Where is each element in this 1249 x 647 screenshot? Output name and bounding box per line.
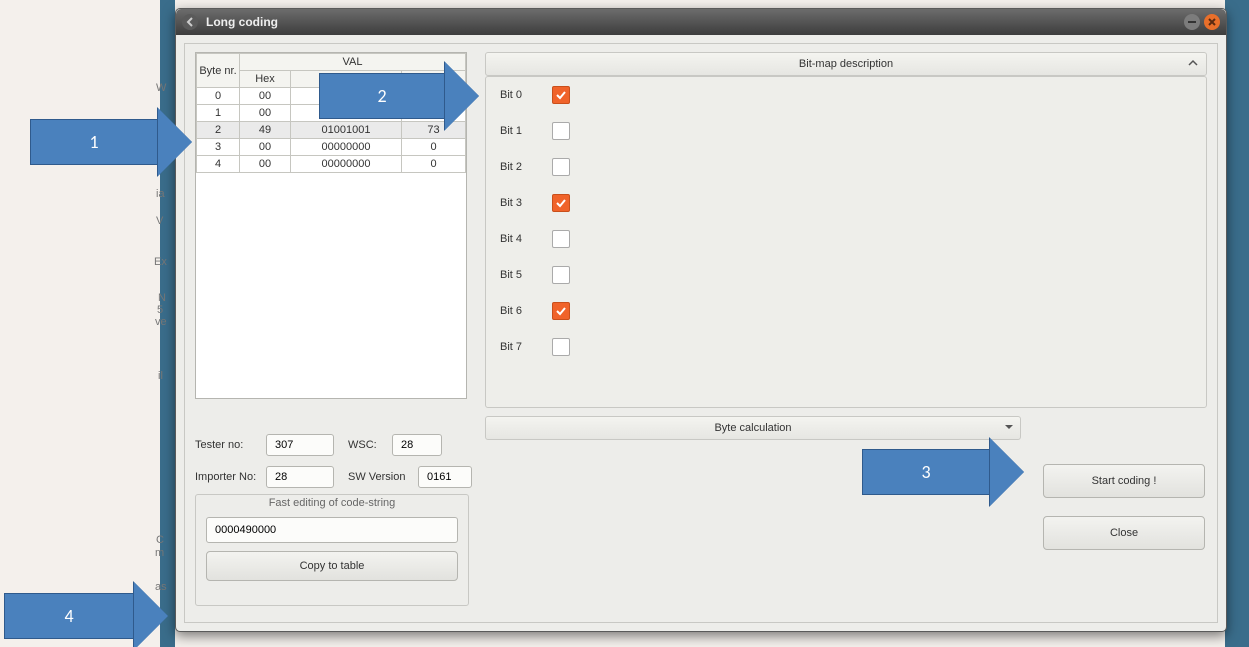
bit-label: Bit 6 (500, 305, 552, 317)
wsc-label: WSC: (348, 439, 386, 451)
bit-row: Bit 7 (500, 329, 1206, 365)
cell-nr: 4 (197, 156, 240, 173)
annotation-arrow-4: 4 (4, 582, 168, 647)
cell-hex: 49 (240, 122, 291, 139)
bit-row: Bit 4 (500, 221, 1206, 257)
bit-row: Bit 6 (500, 293, 1206, 329)
bit-checkbox[interactable] (552, 338, 570, 356)
byte-calculation-label: Byte calculation (714, 422, 791, 434)
cell-hex: 00 (240, 156, 291, 173)
copy-to-table-button[interactable]: Copy to table (206, 551, 458, 581)
bitmap-header[interactable]: Bit-map description (485, 52, 1207, 76)
cell-dec: 0 (402, 139, 466, 156)
cell-bin: 00000000 (291, 139, 402, 156)
bit-checkbox[interactable] (552, 86, 570, 104)
table-row[interactable]: 300000000000 (197, 139, 466, 156)
wsc-input[interactable] (392, 434, 442, 456)
importer-no-input[interactable] (266, 466, 334, 488)
cell-nr: 1 (197, 105, 240, 122)
cell-hex: 00 (240, 88, 291, 105)
sw-version-label: SW Version (348, 471, 412, 483)
bg-fragment: Ex (154, 256, 167, 268)
bit-checkbox[interactable] (552, 122, 570, 140)
bit-label: Bit 4 (500, 233, 552, 245)
bit-checkbox[interactable] (552, 194, 570, 212)
close-button[interactable]: Close (1043, 516, 1205, 550)
cell-nr: 2 (197, 122, 240, 139)
bit-label: Bit 3 (500, 197, 552, 209)
bit-row: Bit 0 (500, 77, 1206, 113)
bit-row: Bit 1 (500, 113, 1206, 149)
client-area: Byte nr. VAL Hex 00010000000000024901001… (184, 43, 1218, 623)
tester-no-input[interactable] (266, 434, 334, 456)
bg-fragment: il (158, 370, 163, 382)
bit-label: Bit 2 (500, 161, 552, 173)
titlebar[interactable]: Long coding (176, 9, 1226, 35)
bit-checkbox[interactable] (552, 302, 570, 320)
bit-row: Bit 3 (500, 185, 1206, 221)
cell-nr: 0 (197, 88, 240, 105)
start-coding-button[interactable]: Start coding ! (1043, 464, 1205, 498)
bit-checkbox[interactable] (552, 230, 570, 248)
cell-hex: 00 (240, 105, 291, 122)
back-icon[interactable] (182, 14, 198, 30)
annotation-arrow-1: 1 (30, 108, 192, 176)
col-byte-nr: Byte nr. (197, 54, 240, 88)
fast-edit-group: Fast editing of code-string Copy to tabl… (195, 494, 469, 606)
close-icon[interactable] (1204, 14, 1220, 30)
annotation-arrow-2: 2 (319, 62, 479, 130)
cell-hex: 00 (240, 139, 291, 156)
bitmap-header-label: Bit-map description (799, 58, 893, 70)
sw-version-input[interactable] (418, 466, 472, 488)
bg-fragment: V (156, 215, 163, 227)
bitmap-panel: Bit 0 Bit 1 Bit 2 Bit 3 Bit 4 Bit 5 Bit 6 Bit 7 (485, 76, 1207, 408)
window-title: Long coding (206, 15, 1184, 29)
bit-label: Bit 0 (500, 89, 552, 101)
col-hex: Hex (240, 71, 291, 88)
bg-fragment: ia (156, 188, 165, 200)
fast-edit-title: Fast editing of code-string (196, 497, 468, 509)
bit-checkbox[interactable] (552, 158, 570, 176)
tester-no-label: Tester no: (195, 439, 260, 451)
chevron-up-icon (1188, 58, 1198, 71)
byte-calculation-dropdown[interactable]: Byte calculation (485, 416, 1021, 440)
bg-fragment: m (155, 547, 164, 559)
bit-label: Bit 5 (500, 269, 552, 281)
code-string-input[interactable] (206, 517, 458, 543)
bit-row: Bit 2 (500, 149, 1206, 185)
minimize-icon[interactable] (1184, 14, 1200, 30)
table-row[interactable]: 400000000000 (197, 156, 466, 173)
bg-fragment: W (156, 82, 166, 94)
importer-no-label: Importer No: (195, 471, 260, 483)
bg-fragment: C (156, 534, 164, 546)
bit-label: Bit 1 (500, 125, 552, 137)
bit-row: Bit 5 (500, 257, 1206, 293)
bit-label: Bit 7 (500, 341, 552, 353)
bg-fragment: N (158, 292, 166, 304)
bg-fragment: ve (155, 316, 167, 328)
bit-checkbox[interactable] (552, 266, 570, 284)
chevron-down-icon (1004, 422, 1014, 435)
bg-fragment: 5 (157, 304, 163, 316)
cell-dec: 0 (402, 156, 466, 173)
cell-bin: 00000000 (291, 156, 402, 173)
cell-nr: 3 (197, 139, 240, 156)
annotation-arrow-3: 3 (862, 438, 1024, 506)
